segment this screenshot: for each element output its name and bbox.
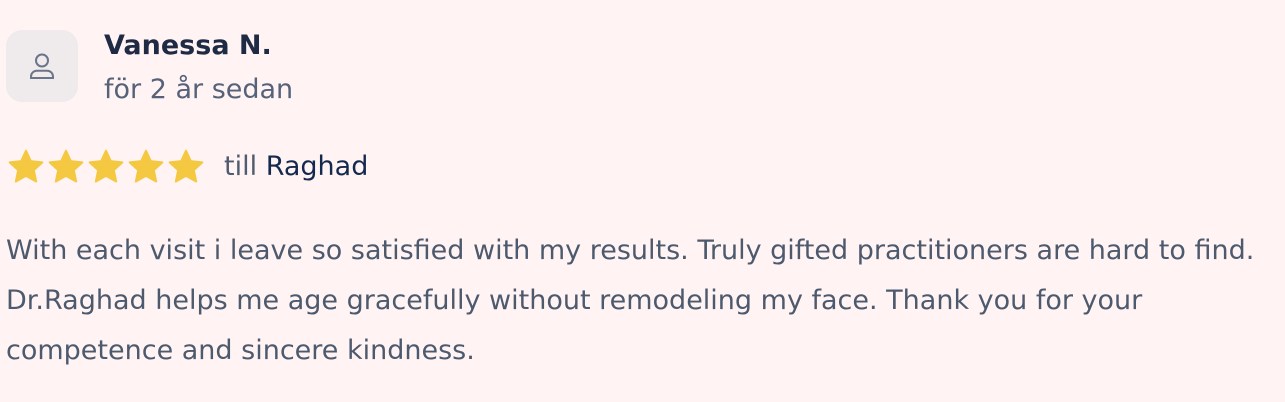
review-text: With each visit i leave so satisfied wit… bbox=[6, 235, 1255, 366]
review-date: för 2 år sedan bbox=[104, 74, 294, 105]
star-icon bbox=[48, 149, 84, 183]
star-rating bbox=[6, 147, 206, 187]
rating-row: till Raghad bbox=[6, 146, 368, 188]
review-target: till Raghad bbox=[224, 149, 368, 185]
review-card: Vanessa N. för 2 år sedan till Raghad Wi… bbox=[0, 0, 1285, 402]
star-icon bbox=[8, 149, 44, 183]
reviewer-name: Vanessa N. bbox=[104, 30, 272, 61]
star-icon bbox=[88, 149, 124, 183]
star-icon bbox=[168, 149, 204, 183]
target-prefix: till bbox=[224, 151, 258, 182]
avatar bbox=[6, 30, 78, 102]
star-icon bbox=[128, 149, 164, 183]
user-icon bbox=[29, 52, 55, 80]
provider-link[interactable]: Raghad bbox=[266, 151, 369, 182]
